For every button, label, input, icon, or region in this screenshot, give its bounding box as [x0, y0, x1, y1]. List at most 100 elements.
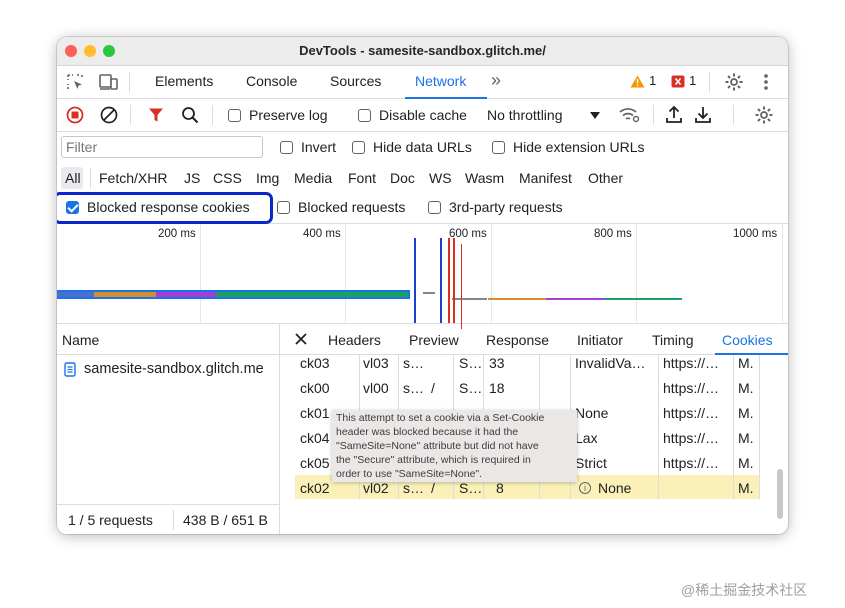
cookie-samesite[interactable]: Lax	[575, 430, 598, 446]
cookie-partition[interactable]: https://…	[663, 430, 719, 446]
cookie-samesite[interactable]: InvalidVa…	[575, 355, 646, 371]
type-all[interactable]: All	[65, 170, 81, 186]
type-fetch-xhr[interactable]: Fetch/XHR	[99, 170, 167, 186]
cookie-name[interactable]: ck04	[300, 430, 330, 446]
type-manifest[interactable]: Manifest	[519, 170, 572, 186]
type-css[interactable]: CSS	[213, 170, 242, 186]
tab-timing[interactable]: Timing	[652, 332, 694, 348]
cookie-size[interactable]: 18	[489, 380, 505, 396]
cookie-priority[interactable]: M.	[738, 405, 754, 421]
cookie-partition[interactable]: https://…	[663, 455, 719, 471]
cookie-path[interactable]: /	[431, 480, 435, 496]
third-party-requests-checkbox[interactable]	[428, 201, 441, 214]
more-tabs-button[interactable]: »	[491, 70, 501, 91]
blocked-requests-label[interactable]: Blocked requests	[298, 199, 405, 215]
cookie-value[interactable]: vl00	[363, 380, 389, 396]
detail-tab-bar: Headers Preview Response Initiator Timin…	[280, 324, 788, 355]
blocked-requests-checkbox[interactable]	[277, 201, 290, 214]
cookie-partition[interactable]: https://…	[663, 355, 719, 371]
stop-recording-icon[interactable]	[66, 106, 84, 124]
cookie-priority[interactable]: M.	[738, 480, 754, 496]
tab-sources[interactable]: Sources	[330, 73, 381, 89]
cookie-expires[interactable]: S…	[459, 355, 482, 371]
disable-cache-checkbox[interactable]	[358, 109, 371, 122]
name-column-header[interactable]: Name	[57, 324, 279, 355]
kebab-menu-icon[interactable]	[763, 72, 769, 92]
cookie-path[interactable]: /	[431, 380, 435, 396]
cookie-domain[interactable]: s…	[403, 380, 424, 396]
tab-console[interactable]: Console	[246, 73, 297, 89]
cookie-priority[interactable]: M.	[738, 455, 754, 471]
hide-extension-urls-label[interactable]: Hide extension URLs	[513, 139, 645, 155]
cookies-scrollbar[interactable]	[777, 469, 783, 519]
cookie-priority[interactable]: M.	[738, 380, 754, 396]
clear-icon[interactable]	[100, 106, 118, 124]
network-conditions-icon[interactable]	[618, 106, 640, 124]
type-ws[interactable]: WS	[429, 170, 452, 186]
cookie-value[interactable]: vl03	[363, 355, 389, 371]
cookie-samesite[interactable]: None	[598, 480, 631, 496]
cookie-name[interactable]: ck01	[300, 405, 330, 421]
invert-label[interactable]: Invert	[301, 139, 336, 155]
hide-data-urls-label[interactable]: Hide data URLs	[373, 139, 472, 155]
tab-initiator[interactable]: Initiator	[577, 332, 623, 348]
hide-extension-urls-checkbox[interactable]	[492, 141, 505, 154]
type-media[interactable]: Media	[294, 170, 332, 186]
preserve-log-checkbox[interactable]	[228, 109, 241, 122]
invert-checkbox[interactable]	[280, 141, 293, 154]
cookie-name[interactable]: ck03	[300, 355, 330, 371]
cookie-domain[interactable]: s…	[403, 355, 424, 371]
type-wasm[interactable]: Wasm	[465, 170, 504, 186]
type-img[interactable]: Img	[256, 170, 279, 186]
cookie-name[interactable]: ck02	[300, 480, 330, 496]
network-settings-icon[interactable]	[754, 105, 774, 125]
tab-cookies[interactable]: Cookies	[722, 332, 773, 348]
hide-data-urls-checkbox[interactable]	[352, 141, 365, 154]
cookie-domain[interactable]: s…	[403, 480, 424, 496]
type-doc[interactable]: Doc	[390, 170, 415, 186]
tab-elements[interactable]: Elements	[155, 73, 213, 89]
chevron-down-icon[interactable]	[590, 112, 600, 119]
close-icon[interactable]	[295, 333, 307, 345]
third-party-requests-label[interactable]: 3rd-party requests	[449, 199, 563, 215]
preserve-log-label[interactable]: Preserve log	[249, 107, 328, 123]
cookie-partition[interactable]: https://…	[663, 380, 719, 396]
error-count[interactable]: 1	[689, 73, 696, 88]
tab-headers[interactable]: Headers	[328, 332, 381, 348]
filter-input[interactable]	[61, 136, 263, 158]
request-item[interactable]: samesite-sandbox.glitch.me	[84, 361, 264, 377]
tab-preview[interactable]: Preview	[409, 332, 459, 348]
gear-icon[interactable]	[724, 72, 744, 92]
type-font[interactable]: Font	[348, 170, 376, 186]
device-toolbar-icon[interactable]	[99, 73, 119, 91]
cookie-size[interactable]: 8	[496, 480, 504, 496]
filter-icon[interactable]	[148, 107, 164, 123]
cookie-expires[interactable]: S…	[459, 380, 482, 396]
cookie-expires[interactable]: S…	[459, 480, 482, 496]
tab-network[interactable]: Network	[415, 73, 466, 89]
info-icon[interactable]: i	[579, 482, 591, 494]
import-har-icon[interactable]	[666, 105, 682, 124]
cookie-size[interactable]: 33	[489, 355, 505, 371]
disable-cache-label[interactable]: Disable cache	[379, 107, 467, 123]
cookie-name[interactable]: ck05	[300, 455, 330, 471]
throttling-select[interactable]: No throttling	[487, 107, 562, 123]
cookie-priority[interactable]: M.	[738, 430, 754, 446]
type-js[interactable]: JS	[184, 170, 200, 186]
type-other[interactable]: Other	[588, 170, 623, 186]
request-bar-connect-2	[488, 298, 546, 300]
cookie-priority[interactable]: M.	[738, 355, 754, 371]
tab-response[interactable]: Response	[486, 332, 549, 348]
waterfall-overview[interactable]: 200 ms 400 ms 600 ms 800 ms 1000 ms	[57, 224, 788, 329]
export-har-icon[interactable]	[695, 105, 711, 124]
warning-icon[interactable]	[630, 75, 645, 88]
cookie-value[interactable]: vl02	[363, 480, 389, 496]
cookie-name[interactable]: ck00	[300, 380, 330, 396]
error-icon[interactable]	[671, 75, 685, 88]
cookie-samesite[interactable]: Strict	[575, 455, 607, 471]
cookie-samesite[interactable]: None	[575, 405, 608, 421]
cookie-partition[interactable]: https://…	[663, 405, 719, 421]
warning-count[interactable]: 1	[649, 73, 656, 88]
search-icon[interactable]	[181, 106, 199, 124]
inspect-element-icon[interactable]	[66, 73, 84, 91]
